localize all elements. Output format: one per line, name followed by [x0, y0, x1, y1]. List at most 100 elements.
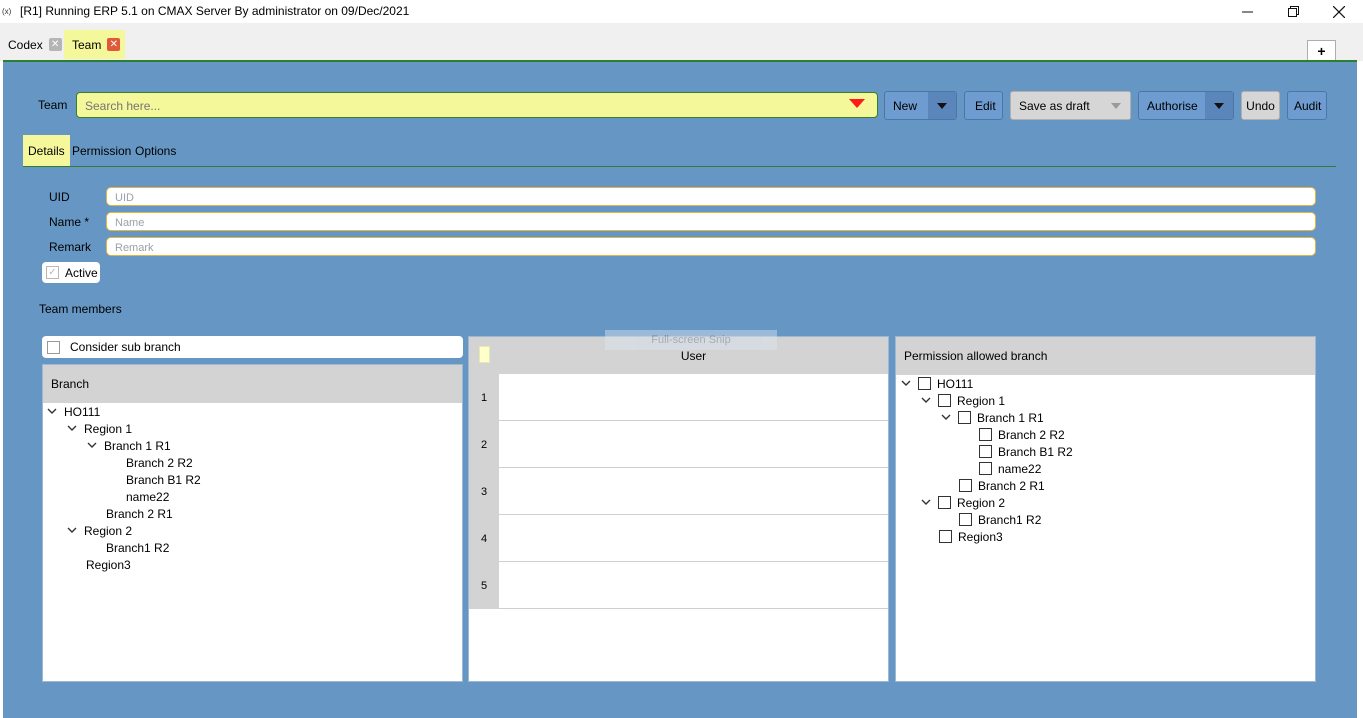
chevron-down-icon[interactable] [920, 395, 932, 407]
checkbox-icon[interactable] [938, 496, 951, 509]
checkbox-icon[interactable] [979, 445, 992, 458]
tab-divider [23, 166, 1336, 167]
new-button[interactable]: New [884, 91, 957, 120]
chevron-down-icon[interactable] [940, 412, 952, 424]
team-search-box[interactable] [76, 92, 878, 118]
branch-tree-item[interactable]: HO111 [46, 403, 100, 420]
checkbox-icon[interactable] [938, 394, 951, 407]
chevron-down-icon[interactable] [920, 497, 932, 509]
tab-team-close-icon[interactable]: ✕ [107, 38, 121, 51]
permission-tree-item[interactable]: HO111 [900, 375, 973, 392]
tree-item-label: Branch 2 R1 [106, 506, 173, 521]
save-draft-dropdown-button[interactable] [1102, 92, 1130, 119]
tree-item-label: Region 2 [957, 495, 1006, 510]
new-button-label: New [893, 98, 918, 113]
branch-tree-item[interactable]: Region 2 [66, 522, 132, 539]
name-label: Name * [49, 215, 90, 229]
user-cell[interactable] [499, 515, 888, 562]
consider-sub-branch-checkbox[interactable]: Consider sub branch [42, 336, 463, 358]
branch-tree-item[interactable]: Region3 [86, 556, 131, 573]
authorise-label: Authorise [1147, 98, 1198, 113]
branch-tree-item[interactable]: name22 [126, 488, 169, 505]
team-label: Team [38, 98, 68, 112]
new-dropdown-button[interactable] [928, 92, 956, 119]
tree-item-label: Region3 [958, 529, 1003, 544]
tree-item-label: Branch 1 R1 [104, 438, 171, 453]
chevron-down-icon[interactable] [86, 440, 98, 452]
row-number: 2 [469, 421, 499, 468]
team-search-input[interactable] [83, 97, 847, 115]
user-cell[interactable] [499, 468, 888, 515]
tab-team[interactable]: Team ✕ [64, 30, 126, 59]
permission-tree-item[interactable]: Branch 2 R1 [959, 477, 1045, 494]
tree-item-label: Branch 2 R2 [998, 427, 1065, 442]
permission-tree-item[interactable]: name22 [979, 460, 1041, 477]
user-cell[interactable] [499, 562, 888, 609]
audit-button[interactable]: Audit [1287, 91, 1327, 120]
chevron-down-icon[interactable] [66, 525, 78, 537]
uid-label: UID [49, 190, 70, 204]
checkbox-icon[interactable] [979, 462, 992, 475]
uid-input[interactable] [113, 190, 1297, 206]
active-label: Active [65, 265, 98, 280]
permission-tree-item[interactable]: Branch B1 R2 [979, 443, 1073, 460]
remark-input[interactable] [113, 240, 1297, 256]
tab-permission[interactable]: Permission [67, 135, 136, 167]
authorise-dropdown-button[interactable] [1205, 92, 1233, 119]
undo-button[interactable]: Undo [1241, 91, 1280, 120]
branch-tree-item[interactable]: Branch 1 R1 [86, 437, 171, 454]
save-as-draft-label: Save as draft [1019, 98, 1090, 113]
uid-field[interactable] [106, 187, 1316, 206]
checkmark-icon: ✓ [46, 266, 59, 279]
restore-button[interactable] [1270, 0, 1316, 23]
checkbox-icon[interactable] [939, 530, 952, 543]
close-window-button[interactable] [1316, 0, 1362, 23]
branch-tree-item[interactable]: Region 1 [66, 420, 132, 437]
remark-field[interactable] [106, 237, 1316, 256]
permission-tree-item[interactable]: Branch1 R2 [959, 511, 1041, 528]
audit-label: Audit [1294, 98, 1322, 113]
name-input[interactable] [113, 215, 1297, 231]
snip-overlay: Full-screen Snip [605, 330, 777, 350]
search-dropdown-icon[interactable] [849, 99, 865, 108]
branch-tree-item[interactable]: Branch 2 R1 [106, 505, 173, 522]
checkbox-icon[interactable] [918, 377, 931, 390]
chevron-down-icon[interactable] [46, 406, 58, 418]
checkbox-icon[interactable] [979, 428, 992, 441]
window-title: [R1] Running ERP 5.1 on CMAX Server By a… [20, 4, 410, 18]
checkbox-icon[interactable] [959, 513, 972, 526]
user-cell[interactable] [499, 421, 888, 468]
authorise-button[interactable]: Authorise [1138, 91, 1234, 120]
permission-tree-item[interactable]: Region 1 [920, 392, 1005, 409]
user-cell[interactable] [499, 374, 888, 421]
chevron-down-icon[interactable] [900, 378, 912, 390]
minimize-icon [1241, 11, 1253, 13]
branch-tree-item[interactable]: Branch1 R2 [106, 539, 169, 556]
edit-button[interactable]: Edit [964, 91, 1003, 120]
active-checkbox[interactable]: ✓ Active [42, 262, 100, 283]
add-tab-button[interactable]: + [1307, 40, 1336, 61]
row-number: 1 [469, 374, 499, 421]
minimize-button[interactable] [1224, 0, 1270, 23]
tree-item-label: Branch 2 R2 [126, 455, 193, 470]
chevron-down-icon[interactable] [66, 423, 78, 435]
branch-tree-item[interactable]: Branch 2 R2 [126, 454, 193, 471]
permission-tree-item[interactable]: Region3 [939, 528, 1003, 545]
checkbox-icon[interactable] [959, 479, 972, 492]
chevron-down-icon [937, 102, 947, 109]
permission-tree-item[interactable]: Branch 1 R1 [940, 409, 1044, 426]
row-number: 5 [469, 562, 499, 609]
close-icon [1333, 5, 1345, 18]
tree-item-label: Branch 2 R1 [978, 478, 1045, 493]
save-as-draft-button[interactable]: Save as draft [1010, 91, 1131, 120]
permission-tree-item[interactable]: Region 2 [920, 494, 1005, 511]
tab-codex[interactable]: Codex ✕ [0, 30, 67, 59]
permission-tree-item[interactable]: Branch 2 R2 [979, 426, 1065, 443]
tab-codex-close-icon[interactable]: ✕ [48, 38, 62, 51]
tab-details[interactable]: Details [23, 135, 70, 167]
tab-options[interactable]: Options [130, 135, 181, 167]
select-all-cell[interactable] [479, 346, 490, 363]
branch-tree-item[interactable]: Branch B1 R2 [126, 471, 201, 488]
name-field[interactable] [106, 212, 1316, 231]
checkbox-icon[interactable] [958, 411, 971, 424]
